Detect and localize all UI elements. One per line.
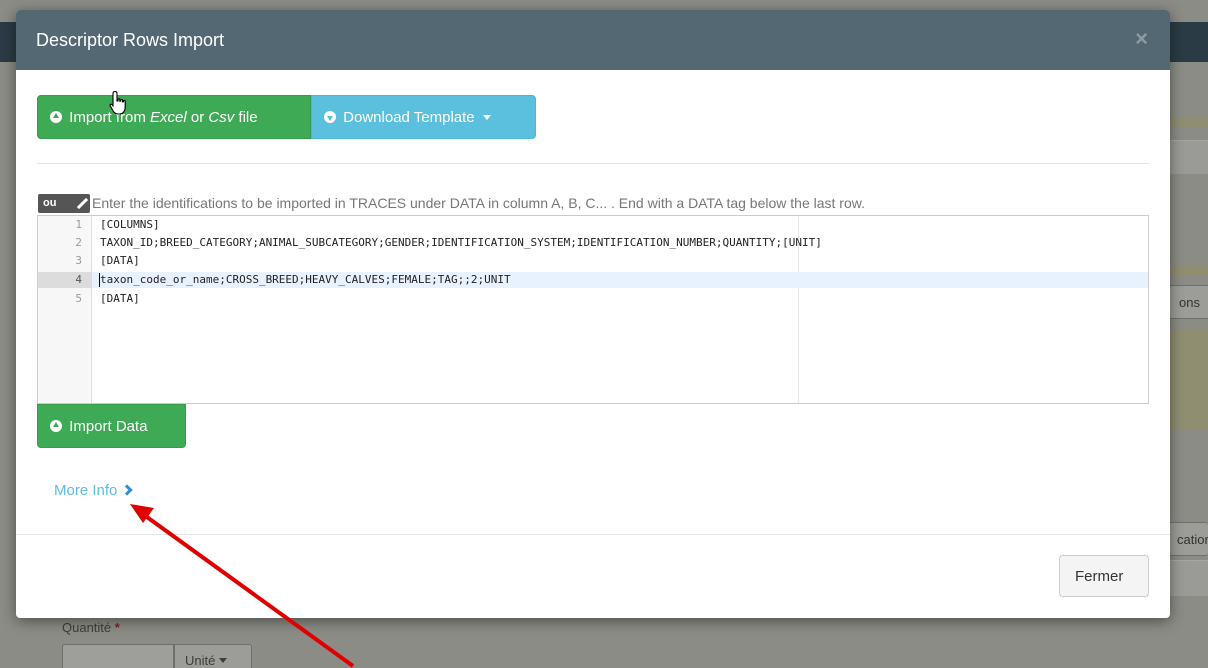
more-info-link[interactable]: More Info <box>54 482 134 499</box>
ou-badge-label: ou <box>43 197 57 209</box>
line-text: taxon_code_or_name;CROSS_BREED;HEAVY_CAL… <box>100 273 511 286</box>
circle-arrow-up-icon <box>50 420 62 432</box>
import-from-file-button[interactable]: Import from Excel or Csv file <box>37 95 311 139</box>
circle-arrow-down-icon <box>324 111 336 123</box>
more-info-label: More Info <box>54 482 118 499</box>
import-file-label-csv: Csv <box>208 109 235 126</box>
chevron-right-icon <box>121 484 134 496</box>
line-text: [COLUMNS] <box>100 218 160 231</box>
editor-line[interactable]: 5 [DATA] <box>38 292 1148 305</box>
line-number: 5 <box>75 292 82 305</box>
line-text: TAXON_ID;BREED_CATEGORY;ANIMAL_SUBCATEGO… <box>100 236 822 249</box>
close-icon[interactable]: × <box>1135 26 1148 52</box>
unit-dropdown: Unité <box>174 644 252 668</box>
hand-pointer-shape <box>109 90 126 115</box>
rows-code-editor[interactable]: 1 [COLUMNS] 2 TAXON_ID;BREED_CATEGORY;AN… <box>37 215 1149 404</box>
background-options-button: ons <box>1168 285 1208 319</box>
text-cursor <box>99 273 100 287</box>
background-row <box>1168 560 1208 596</box>
download-template-button[interactable]: Download Template <box>311 95 536 139</box>
download-template-label: Download Template <box>343 109 475 126</box>
import-help-text: Enter the identifications to be imported… <box>92 195 865 211</box>
line-number: 3 <box>75 254 82 267</box>
import-file-label-excel: Excel <box>150 109 187 126</box>
line-text: [DATA] <box>100 292 140 305</box>
background-band <box>1168 330 1208 430</box>
background-identification-button: catior <box>1166 522 1208 556</box>
import-data-label: Import Data <box>69 418 148 435</box>
import-file-label-suffix: file <box>234 109 258 126</box>
section-divider <box>37 163 1149 164</box>
caret-down-icon <box>218 658 227 663</box>
background-button-text: ons <box>1179 295 1200 310</box>
quantity-label-text: Quantité <box>62 620 112 635</box>
modal-footer-divider <box>16 534 1170 535</box>
line-number: 4 <box>38 272 92 288</box>
background-band <box>1168 118 1208 128</box>
pencil-icon <box>76 197 89 210</box>
modal-header: Descriptor Rows Import × <box>16 10 1170 70</box>
unit-label: Unité <box>185 653 216 668</box>
quantity-label: Quantité * <box>62 620 120 635</box>
fermer-button[interactable]: Fermer <box>1059 555 1149 597</box>
quantity-input <box>62 644 174 668</box>
editor-line[interactable]: 2 TAXON_ID;BREED_CATEGORY;ANIMAL_SUBCATE… <box>38 236 1148 249</box>
editor-line-active[interactable]: 4 taxon_code_or_name;CROSS_BREED;HEAVY_C… <box>38 272 1148 288</box>
editor-line[interactable]: 3 [DATA] <box>38 254 1148 267</box>
import-data-button[interactable]: Import Data <box>37 404 186 448</box>
background-button-text: catior <box>1177 532 1208 547</box>
descriptor-rows-import-modal: Descriptor Rows Import × Import from Exc… <box>16 10 1170 618</box>
line-number: 1 <box>75 218 82 231</box>
line-text: [DATA] <box>100 254 140 267</box>
caret-down-icon <box>482 115 491 120</box>
line-number: 2 <box>75 236 82 249</box>
modal-title: Descriptor Rows Import <box>36 30 225 50</box>
import-file-label-or: or <box>186 109 209 126</box>
background-band <box>1168 265 1208 275</box>
hand-pointer-cursor-icon <box>109 90 126 115</box>
circle-arrow-up-icon <box>50 111 62 123</box>
ou-badge: ou <box>38 194 90 213</box>
editor-line[interactable]: 1 [COLUMNS] <box>38 218 1148 231</box>
required-mark: * <box>114 620 120 635</box>
background-row <box>1168 140 1208 174</box>
